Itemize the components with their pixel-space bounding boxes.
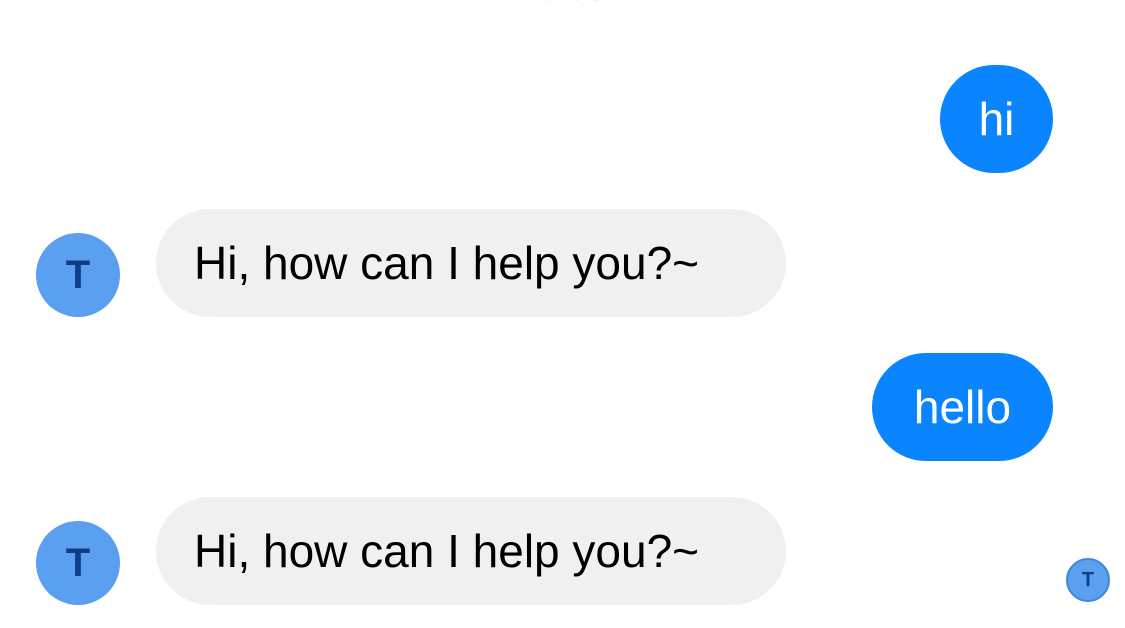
read-receipt-initial: T [1081,568,1095,591]
message-timestamp: 10:08 [0,0,1125,9]
contact-avatar[interactable]: T [36,521,120,605]
read-receipt-avatar: T [1066,558,1110,602]
outgoing-message-bubble[interactable]: hi [940,65,1053,173]
message-text: Hi, how can I help you?~ [194,525,700,577]
avatar-initial: T [65,540,91,585]
avatar-initial: T [65,252,91,297]
incoming-message-bubble[interactable]: Hi, how can I help you?~ [156,497,786,605]
chat-thread: 10:08 hi T Hi, how can I help you?~ hell… [0,0,1125,628]
message-text: Hi, how can I help you?~ [194,237,700,289]
outgoing-message-bubble[interactable]: hello [872,353,1053,461]
message-text: hi [978,93,1015,145]
message-text: hello [913,381,1012,433]
incoming-message-bubble[interactable]: Hi, how can I help you?~ [156,209,786,317]
contact-avatar[interactable]: T [36,233,120,317]
